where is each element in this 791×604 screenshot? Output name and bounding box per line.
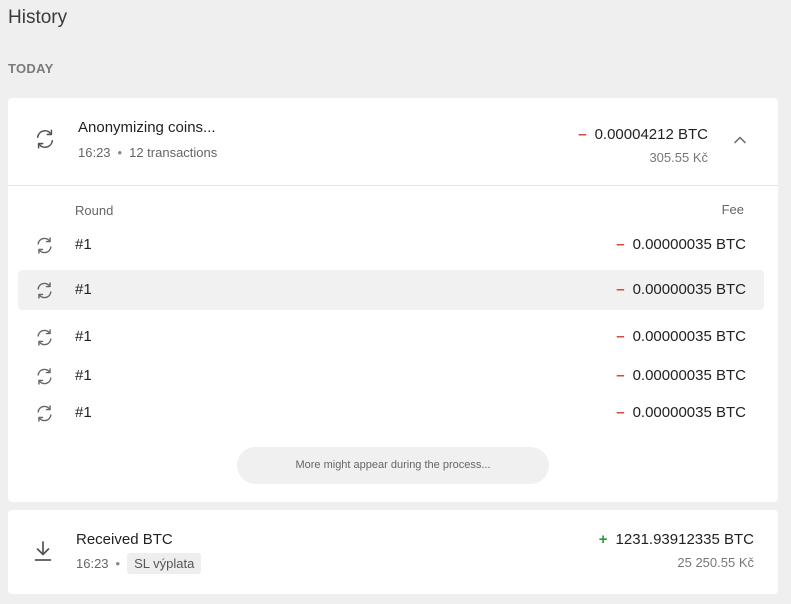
round-fee: –0.00000035 BTC: [616, 236, 746, 253]
negative-sign: –: [616, 367, 625, 384]
received-transaction-card[interactable]: Received BTC 16:23 • SL výplata +1231.9391…: [8, 510, 778, 594]
chevron-up-icon[interactable]: [732, 132, 748, 148]
fee-value: 0.00000035 BTC: [632, 367, 746, 384]
negative-sign: –: [578, 126, 587, 143]
round-fee: –0.00000035 BTC: [616, 328, 746, 345]
transaction-fiat-amount: 305.55 Kč: [649, 150, 708, 165]
transaction-meta: 16:23 • 12 transactions: [78, 145, 217, 160]
fee-value: 0.00000035 BTC: [632, 328, 746, 345]
amount-value: 0.00004212 BTC: [594, 126, 708, 143]
refresh-icon: [35, 281, 54, 300]
positive-sign: +: [598, 531, 608, 548]
fee-value: 0.00000035 BTC: [632, 236, 746, 253]
refresh-icon: [35, 404, 54, 423]
round-row[interactable]: #1 –0.00000035 BTC: [18, 225, 764, 265]
round-row[interactable]: #1 –0.00000035 BTC: [18, 393, 764, 433]
refresh-icon: [35, 328, 54, 347]
coinjoin-transaction-card: Anonymizing coins... 16:23 • 12 transactio…: [8, 98, 778, 502]
round-fee: –0.00000035 BTC: [616, 281, 746, 298]
round-number: #1: [75, 236, 92, 253]
negative-sign: –: [616, 404, 625, 421]
transaction-count: 12 transactions: [129, 145, 218, 160]
round-row[interactable]: #1 –0.00000035 BTC: [18, 270, 764, 310]
fee-column-header: Fee: [721, 202, 744, 217]
round-fee: –0.00000035 BTC: [616, 404, 746, 421]
refresh-icon: [34, 128, 56, 150]
negative-sign: –: [616, 236, 625, 253]
separator-dot: •: [117, 145, 123, 160]
transaction-label-badge: SL výplata: [127, 553, 202, 574]
round-number: #1: [75, 281, 92, 298]
negative-sign: –: [616, 328, 625, 345]
fee-value: 0.00000035 BTC: [632, 281, 746, 298]
round-number: #1: [75, 404, 92, 421]
page-title: History: [8, 7, 68, 28]
transaction-time: 16:23: [76, 556, 109, 571]
fee-value: 0.00000035 BTC: [632, 404, 746, 421]
negative-sign: –: [616, 281, 625, 298]
date-section-label: TODAY: [8, 61, 54, 76]
refresh-icon: [35, 236, 54, 255]
round-row[interactable]: #1 –0.00000035 BTC: [18, 356, 764, 396]
coinjoin-transaction-header[interactable]: Anonymizing coins... 16:23 • 12 transactio…: [8, 98, 778, 186]
round-number: #1: [75, 367, 92, 384]
round-column-header: Round: [75, 203, 114, 218]
round-number: #1: [75, 328, 92, 345]
transaction-meta: 16:23 • SL výplata: [76, 553, 202, 574]
download-icon: [33, 540, 53, 562]
transaction-title: Received BTC: [76, 531, 173, 548]
process-note: More might appear during the process...: [237, 447, 549, 484]
amount-value: 1231.93912335 BTC: [615, 531, 754, 548]
separator-dot: •: [115, 556, 121, 571]
refresh-icon: [35, 367, 54, 386]
round-row[interactable]: #1 –0.00000035 BTC: [18, 317, 764, 357]
round-fee: –0.00000035 BTC: [616, 367, 746, 384]
transaction-time: 16:23: [78, 145, 111, 160]
transaction-amount: –0.00004212 BTC: [578, 126, 708, 143]
transaction-amount: +1231.93912335 BTC: [599, 531, 754, 548]
transaction-fiat-amount: 25 250.55 Kč: [677, 555, 754, 570]
transaction-title: Anonymizing coins...: [78, 119, 216, 136]
